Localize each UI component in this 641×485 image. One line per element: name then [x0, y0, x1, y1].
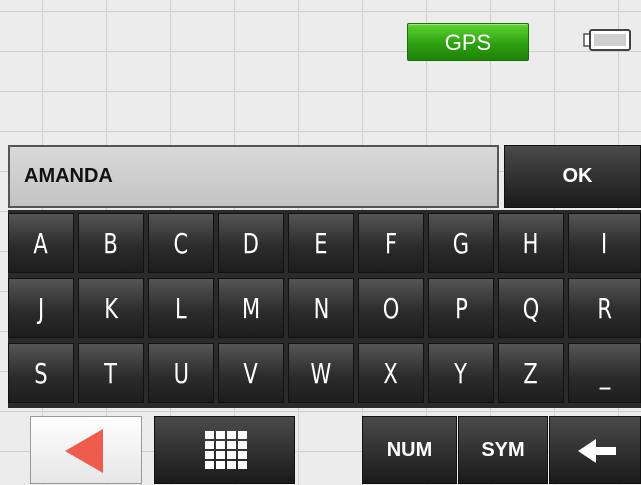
- onscreen-keyboard: A B C D E F G H I J K L M N O P Q R S T U V W X Y Z _: [8, 210, 641, 408]
- key-label: J: [37, 292, 45, 325]
- key-p[interactable]: P: [428, 278, 494, 338]
- key-label: Z: [523, 357, 539, 390]
- key-label: Q: [522, 292, 540, 325]
- key-a[interactable]: A: [8, 213, 74, 273]
- key-g[interactable]: G: [428, 213, 494, 273]
- key-label: N: [313, 292, 329, 325]
- key-label: B: [103, 227, 119, 260]
- key-x[interactable]: X: [358, 343, 424, 403]
- left-arrow-icon: [65, 429, 103, 473]
- key-label: S: [34, 357, 48, 390]
- key-label: O: [382, 292, 400, 325]
- status-bar: GPS: [0, 0, 641, 72]
- key-label: T: [104, 357, 118, 390]
- key-d[interactable]: D: [218, 213, 284, 273]
- key-r[interactable]: R: [568, 278, 641, 338]
- key-t[interactable]: T: [78, 343, 144, 403]
- key-label: W: [310, 357, 332, 390]
- key-label: C: [173, 227, 189, 260]
- backspace-arrow-icon: [578, 439, 616, 463]
- key-label: _: [599, 357, 610, 390]
- key-label: F: [384, 227, 398, 260]
- key-i[interactable]: I: [568, 213, 641, 273]
- text-entry-row: AMANDA OK: [8, 145, 641, 208]
- keyboard-layout-button[interactable]: [154, 416, 295, 484]
- key-j[interactable]: J: [8, 278, 74, 338]
- key-label: K: [104, 292, 118, 325]
- key-w[interactable]: W: [288, 343, 354, 403]
- key-label: G: [452, 227, 470, 260]
- sym-mode-button[interactable]: SYM: [458, 416, 548, 484]
- key-label: Y: [454, 357, 468, 390]
- key-label: P: [454, 292, 468, 325]
- key-label: L: [175, 292, 187, 325]
- key-label: V: [243, 357, 259, 390]
- ok-button[interactable]: OK: [504, 145, 641, 208]
- gps-status-badge: GPS: [407, 23, 529, 61]
- key-label: H: [523, 227, 539, 260]
- backspace-button[interactable]: [549, 416, 641, 484]
- key-label: X: [383, 357, 399, 390]
- key-underscore[interactable]: _: [568, 343, 641, 403]
- key-m[interactable]: M: [218, 278, 284, 338]
- key-v[interactable]: V: [218, 343, 284, 403]
- key-label: E: [314, 227, 328, 260]
- key-label: A: [33, 227, 49, 260]
- grid-icon: [205, 431, 247, 469]
- key-b[interactable]: B: [78, 213, 144, 273]
- battery-icon: [583, 29, 631, 51]
- key-z[interactable]: Z: [498, 343, 564, 403]
- key-n[interactable]: N: [288, 278, 354, 338]
- key-label: D: [242, 227, 260, 260]
- key-f[interactable]: F: [358, 213, 424, 273]
- key-o[interactable]: O: [358, 278, 424, 338]
- key-q[interactable]: Q: [498, 278, 564, 338]
- back-button[interactable]: [30, 416, 142, 484]
- bottom-toolbar: NUM SYM: [0, 408, 641, 484]
- key-k[interactable]: K: [78, 278, 144, 338]
- key-u[interactable]: U: [148, 343, 214, 403]
- key-c[interactable]: C: [148, 213, 214, 273]
- key-label: U: [173, 357, 189, 390]
- key-label: I: [601, 227, 608, 260]
- key-e[interactable]: E: [288, 213, 354, 273]
- key-l[interactable]: L: [148, 278, 214, 338]
- num-mode-button[interactable]: NUM: [362, 416, 457, 484]
- name-input-field[interactable]: AMANDA: [8, 145, 499, 208]
- key-s[interactable]: S: [8, 343, 74, 403]
- key-label: R: [597, 292, 612, 325]
- key-label: M: [241, 292, 261, 325]
- key-y[interactable]: Y: [428, 343, 494, 403]
- key-h[interactable]: H: [498, 213, 564, 273]
